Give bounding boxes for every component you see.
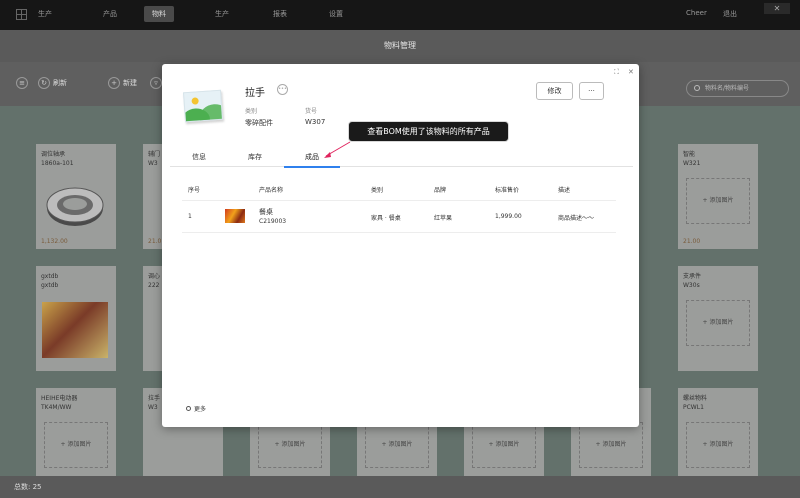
expand-icon[interactable]: ⛶ [614, 68, 619, 77]
row-index: 1 [188, 213, 192, 220]
card-name: gxtdb gxtdb [41, 273, 59, 289]
nav-item-reports[interactable]: 报表 [273, 9, 287, 19]
image-placeholder-icon[interactable] [182, 89, 224, 123]
new-button[interactable]: + 新建 [108, 77, 137, 89]
menu-button[interactable]: ≡ [16, 77, 28, 89]
tab-inventory[interactable]: 库存 [248, 152, 262, 162]
add-image-placeholder[interactable]: + 添加图片 [579, 422, 643, 468]
column-header: 序号 [188, 187, 201, 194]
tab-info[interactable]: 信息 [192, 152, 206, 162]
tooltip-arrow [324, 141, 351, 158]
card-name: 支承件 W30s [683, 273, 702, 289]
refresh-label: 刷新 [53, 79, 67, 87]
more-link[interactable]: 更多 [186, 404, 206, 413]
nav-item-materials[interactable]: 物料 [144, 6, 174, 22]
add-image-placeholder[interactable]: + 添加图片 [258, 422, 322, 468]
material-card[interactable]: gxtdb gxtdb [36, 266, 116, 371]
add-image-placeholder[interactable]: + 添加图片 [472, 422, 536, 468]
category-label: 类别 [245, 108, 258, 115]
product-category: 家具 · 餐桌 [371, 215, 401, 222]
card-price: 21.0 [148, 238, 162, 245]
product-brand: 红苹果 [434, 215, 453, 222]
nav-item-settings[interactable]: 设置 [329, 9, 343, 19]
product-name[interactable]: 餐桌 [259, 207, 273, 217]
material-card[interactable]: 支承件 W30s + 添加图片 [678, 266, 758, 371]
code-label: 货号 [305, 108, 318, 115]
product-price: 1,999.00 [495, 213, 522, 220]
close-icon[interactable]: ✕ [628, 68, 634, 76]
card-price: 1,132.00 [41, 238, 68, 245]
detail-tabs: 信息 库存 成品 [170, 149, 633, 168]
column-header: 描述 [558, 187, 571, 194]
add-image-placeholder[interactable]: + 添加图片 [686, 422, 750, 468]
add-image-placeholder[interactable]: + 添加图片 [365, 422, 429, 468]
bearing-image [46, 187, 104, 226]
painting-image [42, 302, 108, 358]
material-card[interactable]: HEIHE电动器 TK4M/WW + 添加图片 [36, 388, 116, 476]
more-options-button[interactable]: ··· [579, 82, 604, 100]
brand-label: 生产 [38, 10, 52, 18]
column-header: 产品名称 [259, 187, 284, 194]
more-label: 更多 [194, 406, 207, 413]
search-icon [186, 406, 191, 411]
card-name: 拉手 W3 [148, 395, 161, 411]
search-icon [694, 85, 700, 91]
status-bar: 总数: 25 [0, 476, 800, 498]
product-thumbnail [225, 209, 245, 223]
logout-link[interactable]: 退出 [723, 9, 737, 19]
add-image-placeholder[interactable]: + 添加图片 [686, 178, 750, 224]
edit-button[interactable]: 修改 [536, 82, 573, 100]
filter-button[interactable]: ▿ [150, 77, 162, 89]
product-code: C219003 [259, 218, 287, 225]
comment-icon[interactable]: ••• [277, 84, 288, 95]
total-count: 25 [32, 483, 42, 491]
refresh-button[interactable]: ↻ 刷新 [38, 77, 67, 89]
card-name: 调心 222 [148, 273, 161, 289]
column-header: 品牌 [434, 187, 447, 194]
new-label: 新建 [123, 79, 137, 87]
column-header: 类别 [371, 187, 384, 194]
table-row[interactable]: 1 餐桌 C219003 家具 · 餐桌 红苹果 1,999.00 商品描述～～ [182, 203, 616, 233]
app-grid-icon[interactable] [16, 9, 27, 20]
material-card[interactable]: 调位轴承 1860a-101 1,132.00 [36, 144, 116, 249]
add-image-placeholder[interactable]: + 添加图片 [44, 422, 108, 468]
card-name: 螺丝物料 PCWL1 [683, 395, 708, 411]
list-icon: ≡ [16, 77, 28, 89]
material-detail-dialog: ⛶ ✕ 拉手 ••• 类别 零碎配件 货号 W307 修改 ··· 信息 库存 … [162, 64, 639, 427]
card-name: HEIHE电动器 TK4M/WW [41, 395, 78, 411]
total-label: 总数: [14, 483, 31, 491]
material-card[interactable]: 智能 W321 + 添加图片 21.00 [678, 144, 758, 249]
material-card[interactable]: 螺丝物料 PCWL1 + 添加图片 [678, 388, 758, 476]
search-input[interactable]: 物料名/物料编号 [686, 80, 789, 97]
card-name: 调位轴承 1860a-101 [41, 151, 74, 167]
top-navigation: 生产 产品 物料 生产 报表 设置 Cheer 退出 ✕ [0, 0, 800, 30]
refresh-icon: ↻ [38, 77, 50, 89]
plus-icon: + [108, 77, 120, 89]
code-value: W307 [305, 118, 326, 126]
user-name[interactable]: Cheer [686, 9, 707, 17]
nav-item-production[interactable]: 生产 [215, 9, 229, 19]
card-price: 21.00 [683, 238, 701, 245]
nav-item-products[interactable]: 产品 [103, 9, 117, 19]
active-tab-indicator [284, 166, 340, 168]
card-name: 辅门 W3 [148, 151, 161, 167]
column-header: 标准售价 [495, 187, 520, 194]
tooltip: 查看BOM使用了该物料的所有产品 [348, 121, 509, 142]
tab-products[interactable]: 成品 [305, 152, 319, 162]
search-placeholder: 物料名/物料编号 [705, 85, 750, 92]
card-name: 智能 W321 [683, 151, 701, 167]
material-title: 拉手 [245, 88, 265, 99]
table-header: 序号 产品名称 类别 品牌 标准售价 描述 [182, 183, 616, 201]
filter-icon: ▿ [150, 77, 162, 89]
window-close-icon[interactable]: ✕ [764, 3, 790, 14]
product-description: 商品描述～～ [558, 215, 595, 222]
category-value: 零碎配件 [245, 119, 273, 127]
page-title: 物料管理 [0, 30, 800, 62]
add-image-placeholder[interactable]: + 添加图片 [686, 300, 750, 346]
